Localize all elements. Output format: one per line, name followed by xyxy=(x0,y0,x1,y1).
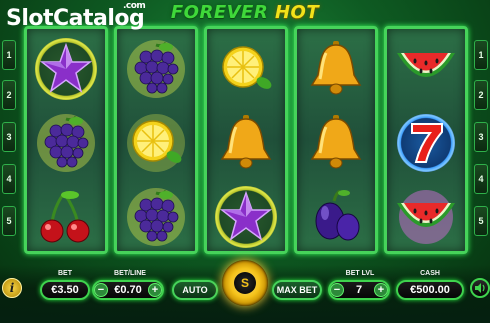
payline-right-2[interactable]: 2 xyxy=(474,80,488,110)
purple-star-symbol xyxy=(207,181,285,253)
lemon-icon xyxy=(127,114,185,172)
reel-5 xyxy=(384,26,468,254)
betline-plus-button[interactable]: + xyxy=(148,283,162,297)
watermark-com: .com xyxy=(123,1,146,11)
cherries-icon xyxy=(40,191,90,243)
bell-icon xyxy=(310,41,362,95)
betline-value: €0.70 xyxy=(114,284,142,296)
grapes-icon xyxy=(127,40,185,98)
reel-1 xyxy=(24,26,108,254)
purple-star-symbol xyxy=(27,33,105,105)
spin-button[interactable]: S xyxy=(222,260,268,306)
payline-left-4[interactable]: 4 xyxy=(2,164,16,194)
payline-markers-left: 1 2 3 4 5 xyxy=(0,30,18,252)
lucky-seven-symbol xyxy=(387,107,465,179)
betlvl-value: 7 xyxy=(355,284,363,296)
reel-4 xyxy=(294,26,378,254)
watermelon-symbol xyxy=(387,33,465,105)
plum-icon xyxy=(315,189,360,241)
grapes-icon xyxy=(127,188,185,246)
spin-label: S xyxy=(234,272,256,294)
lemon-icon xyxy=(222,46,272,89)
betlvl-plus-button[interactable]: + xyxy=(374,283,388,297)
betline-minus-button[interactable]: − xyxy=(94,283,108,297)
payline-right-1[interactable]: 1 xyxy=(474,40,488,70)
payline-right-4[interactable]: 4 xyxy=(474,164,488,194)
payline-left-1[interactable]: 1 xyxy=(2,40,16,70)
watermelon-symbol xyxy=(387,181,465,253)
max-bet-button[interactable]: MAX BET xyxy=(272,280,322,300)
betline-label: BET/LINE xyxy=(114,270,146,277)
grapes-icon xyxy=(37,114,95,172)
cash-value: €500.00 xyxy=(396,280,464,300)
watermark-slot: Slot xyxy=(6,6,54,31)
payline-left-3[interactable]: 3 xyxy=(2,122,16,152)
title-word-hot: HOT xyxy=(274,2,320,23)
grapes-symbol xyxy=(117,33,195,105)
speaker-icon xyxy=(475,283,485,293)
star-icon xyxy=(220,191,272,241)
watermelon-icon xyxy=(397,53,455,77)
info-button[interactable]: i xyxy=(2,278,22,298)
betlvl-minus-button[interactable]: − xyxy=(330,283,344,297)
payline-markers-right: 1 2 3 4 5 xyxy=(472,30,490,252)
golden-bell-symbol xyxy=(297,33,375,105)
bet-label: BET xyxy=(58,270,72,277)
reel-2 xyxy=(114,26,198,254)
golden-bell-symbol xyxy=(297,107,375,179)
auto-button[interactable]: AUTO xyxy=(172,280,218,300)
bell-icon xyxy=(310,115,362,169)
lemon-symbol xyxy=(207,33,285,105)
payline-right-5[interactable]: 5 xyxy=(474,206,488,236)
slotcatalog-watermark: SlotCatalog .com xyxy=(6,2,146,31)
reel-3 xyxy=(204,26,288,254)
betlvl-label: BET LVL xyxy=(345,270,375,277)
star-icon xyxy=(40,43,92,93)
plum-symbol xyxy=(297,181,375,253)
payline-right-3[interactable]: 3 xyxy=(474,122,488,152)
reel-grid xyxy=(24,26,470,254)
seven-icon xyxy=(411,123,443,163)
payline-left-2[interactable]: 2 xyxy=(2,80,16,110)
grapes-symbol xyxy=(27,107,105,179)
golden-bell-symbol xyxy=(207,107,285,179)
title-word-forever: FOREVER xyxy=(170,2,269,23)
cash-label: CASH xyxy=(420,270,440,277)
cherries-symbol xyxy=(27,181,105,253)
bell-icon xyxy=(220,115,272,169)
watermelon-icon xyxy=(397,190,455,244)
grapes-symbol xyxy=(117,181,195,253)
sound-toggle-button[interactable] xyxy=(470,278,490,298)
lemon-symbol xyxy=(117,107,195,179)
payline-left-5[interactable]: 5 xyxy=(2,206,16,236)
bet-value: €3.50 xyxy=(40,280,90,300)
